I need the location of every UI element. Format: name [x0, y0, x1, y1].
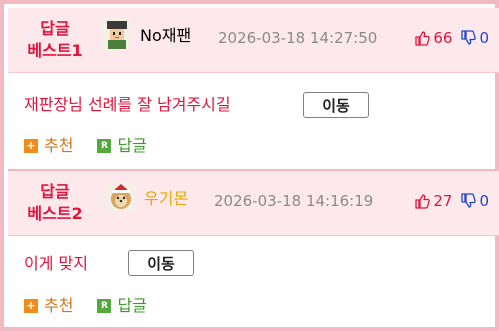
downvote-count: 0 — [479, 29, 489, 47]
reply-header: 답글 베스트1 No재팬 2026-03-18 14:27:50 66 0 — [8, 8, 499, 73]
plus-icon: + — [24, 299, 38, 313]
thumbs-up-icon[interactable] — [414, 30, 431, 46]
best-replies-panel: 답글 베스트1 No재팬 2026-03-18 14:27:50 66 0 재판… — [0, 0, 499, 331]
author-name[interactable]: No재팬 — [140, 26, 191, 46]
vote-counts: 27 0 — [414, 191, 489, 211]
reply-header: 답글 베스트2 우기몬 2026-03-18 14:16:19 27 0 — [8, 171, 499, 236]
reply-icon: R — [97, 299, 112, 313]
vote-counts: 66 0 — [414, 28, 489, 48]
reply-button[interactable]: R 답글 — [97, 296, 147, 316]
best-badge: 답글 베스트2 — [16, 181, 94, 225]
recommend-button[interactable]: + 추천 — [24, 136, 73, 156]
best-badge-line2: 베스트1 — [27, 41, 83, 60]
comment-date: 2026-03-18 14:27:50 — [218, 29, 378, 47]
dog-photo-avatar[interactable] — [106, 182, 136, 212]
best-badge-line2: 베스트2 — [27, 204, 83, 223]
comment-text: 이게 맞지 — [24, 254, 88, 273]
best-badge-line1: 답글 — [40, 182, 70, 201]
reply-actions: + 추천 R 답글 — [24, 136, 147, 156]
reply-button[interactable]: R 답글 — [97, 136, 147, 156]
author-name[interactable]: 우기몬 — [144, 189, 188, 209]
upvote-count: 66 — [433, 29, 453, 47]
best-badge-line1: 답글 — [40, 19, 70, 38]
reply-label: 답글 — [117, 136, 147, 155]
pixel-character-avatar[interactable] — [102, 19, 132, 49]
upvote-count: 27 — [433, 192, 453, 210]
comment-text: 재판장님 선례를 잘 남겨주시길 — [24, 95, 231, 114]
recommend-button[interactable]: + 추천 — [24, 296, 73, 316]
recommend-label: 추천 — [44, 136, 74, 155]
best-reply-card: 답글 베스트1 No재팬 2026-03-18 14:27:50 66 0 재판… — [8, 8, 499, 169]
best-reply-card: 답글 베스트2 우기몬 2026-03-18 14:16:19 27 0 이게 … — [8, 171, 499, 331]
reply-actions: + 추천 R 답글 — [24, 296, 147, 316]
move-button[interactable]: 이동 — [303, 92, 369, 118]
move-button[interactable]: 이동 — [128, 250, 194, 276]
thumbs-down-icon[interactable] — [460, 30, 477, 46]
plus-icon: + — [24, 139, 38, 153]
downvote-count: 0 — [479, 192, 489, 210]
best-badge: 답글 베스트1 — [16, 18, 94, 62]
thumbs-up-icon[interactable] — [414, 193, 431, 209]
reply-icon: R — [97, 139, 112, 153]
reply-label: 답글 — [117, 296, 147, 315]
recommend-label: 추천 — [44, 296, 74, 315]
thumbs-down-icon[interactable] — [460, 193, 477, 209]
comment-date: 2026-03-18 14:16:19 — [214, 192, 374, 210]
